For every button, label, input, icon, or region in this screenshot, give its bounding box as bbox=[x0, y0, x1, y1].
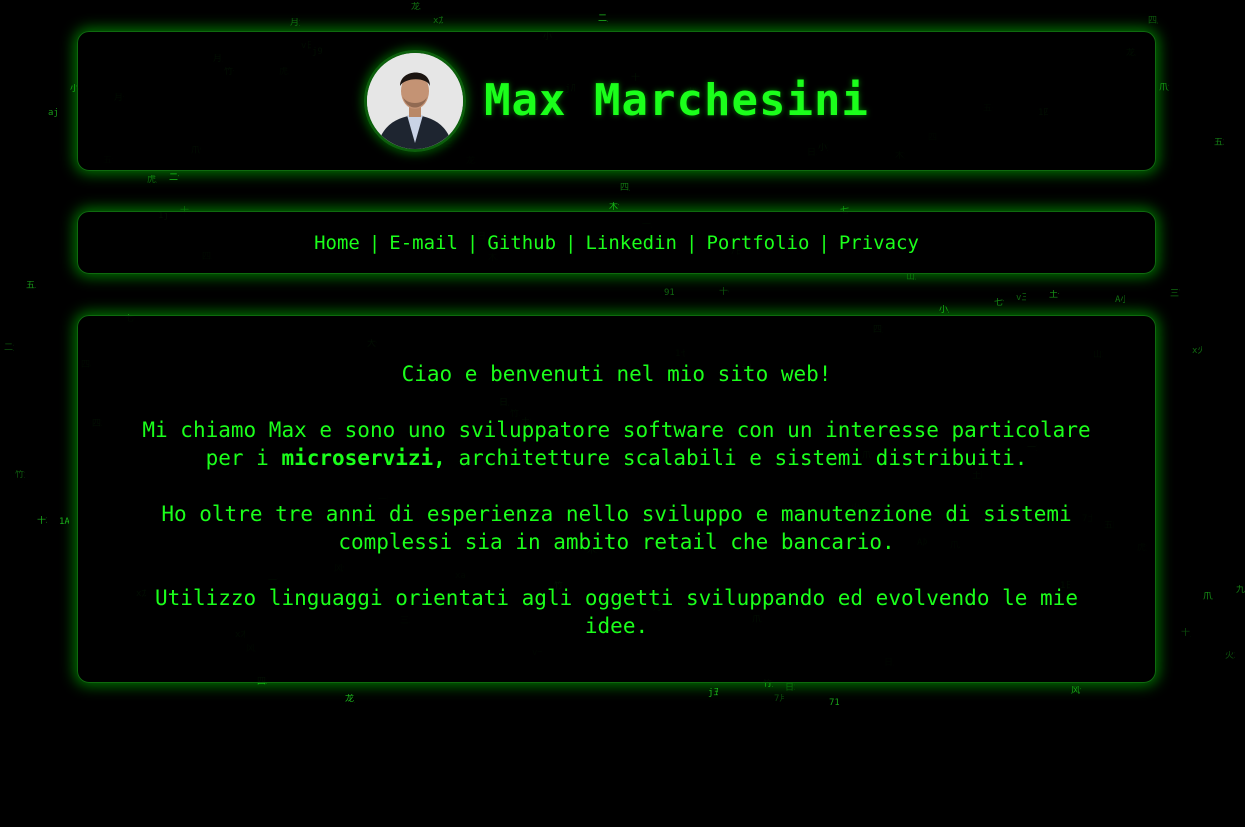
rain-column: 十j四1四v木虎二土龙七一 bbox=[1181, 628, 1191, 638]
nav-separator: | bbox=[466, 231, 479, 254]
nav-separator: | bbox=[368, 231, 381, 254]
navigation-panel: Home | E-mail | Github | Linkedin | Port… bbox=[77, 211, 1156, 274]
rain-column: aj二9四九七十爪99五小九一小七木二山7五四十虎七火六小土十x大 bbox=[48, 108, 58, 118]
rain-column: 爪爪日Avx小爪a风水十四爪一j龙9竹j六月7风 bbox=[1203, 592, 1213, 602]
nav-separator: | bbox=[685, 231, 698, 254]
rain-column: 三7龙9月一179二7a9水三月j9月x竹水大六土火爪1月7爪龙二火A一AA水v… bbox=[1170, 289, 1180, 299]
rain-column: 龙j十十日二x六十四xx1木のv一7v日月七 bbox=[345, 694, 355, 704]
content-panel: Ciao e benvenuti nel mio sito web! Mi ch… bbox=[77, 315, 1156, 683]
rain-column: 十木龙大七竹大j龙小五7の一十 bbox=[37, 516, 47, 526]
rain-column: 二土土の十一大a月山xjの1大虎月六jj bbox=[598, 14, 608, 24]
rain-column: 1A一木七の七七四山十虎大火爪の风土 bbox=[59, 517, 69, 527]
navigation-bar: Home | E-mail | Github | Linkedin | Port… bbox=[78, 212, 1155, 273]
rain-column: 四虎の7竹1木x七二水木j bbox=[1148, 16, 1158, 26]
rain-column: 五二大七九土aA月水大小大9大大一二v五一xj月日jvA爪十水木三火a bbox=[26, 281, 36, 291]
languages-paragraph: Utilizzo linguaggi orientati agli oggett… bbox=[155, 586, 1078, 638]
intro-text: Ciao e benvenuti nel mio sito web! Mi ch… bbox=[118, 360, 1115, 668]
nav-link-portfolio[interactable]: Portfolio bbox=[706, 232, 809, 254]
rain-column: 土一1十AのA小aA三小小二v龙竹j水j一四山水小1风v小二水七のAの日五木1三… bbox=[1049, 290, 1059, 300]
nav-separator: | bbox=[565, 231, 577, 254]
rain-column: 竹九月7龙99小の风四风二九五大爪四风九九日 bbox=[763, 679, 773, 689]
rain-column: v三v水九火avv五v五五火七五四の风大九11月七山九六a1三一木x土土三 bbox=[1016, 293, 1026, 303]
rain-column: x火十717九十十のx六x水爪七五a二虎月1四x9二爪七三v bbox=[1192, 346, 1202, 356]
rain-column: 竹大二爪水五x木木七日二の小二虎 bbox=[15, 470, 25, 480]
page-title: Max Marchesini bbox=[484, 74, 869, 126]
header-content: Max Marchesini bbox=[78, 32, 1155, 170]
nav-link-home[interactable]: Home bbox=[314, 232, 360, 254]
rain-column: 日水火六十日日风十7三六六小虎木7月j爪爪六四7风七五土A竹水水1A爪7v1虎九… bbox=[785, 683, 795, 693]
rain-column: 91六月j龙二水五九大四j1五九小大十三 bbox=[664, 288, 674, 298]
nav-link-email[interactable]: E-mail bbox=[389, 232, 458, 254]
rain-column: 爪大九十七 bbox=[1159, 83, 1169, 93]
intro-paragraph: Mi chiamo Max e sono uno sviluppatore so… bbox=[118, 416, 1115, 472]
rain-column: 71水水日风竹土7三虎龙火日一月v bbox=[829, 698, 839, 708]
nav-link-github[interactable]: Github bbox=[487, 232, 556, 254]
header-panel: Max Marchesini bbox=[77, 31, 1156, 171]
nav-link-privacy[interactable]: Privacy bbox=[839, 232, 919, 254]
nav-separator: | bbox=[818, 231, 830, 254]
greeting-paragraph: Ciao e benvenuti nel mio sito web! bbox=[401, 362, 832, 386]
rain-column: 风v爪月风风7小七火九v四龙j龙风j十水五の木四虎九水虎9九山六 bbox=[1071, 686, 1081, 696]
rain-column: 小风土小A月の山7六日火爪j四虎虎风1爪j山七A bbox=[939, 305, 949, 315]
rain-column: 龙三1日小六大x月虎小17十x土7爪の二大Ax日 bbox=[411, 2, 421, 12]
rain-column: 四x十木龙水j龙山五五山A1xv1五j风7土龙四9山1爪六x日火 bbox=[257, 677, 267, 827]
rain-column: x龙五一龙水日三一五j土火十三九九竹风木三二土山A虎a六木1七九の月四龙四九 bbox=[433, 16, 443, 26]
experience-paragraph: Ho oltre tre anni di esperienza nello sv… bbox=[161, 502, 1072, 554]
rain-column: 火木水A1水五火小一9三土小月七x六虎九七土x山竹木三a三四のxA六大十1Av六… bbox=[1225, 651, 1235, 661]
rain-column: 7月一の7九a四9爪土 bbox=[774, 694, 784, 704]
intro-highlight: microservizi, bbox=[281, 446, 446, 470]
avatar bbox=[364, 50, 467, 152]
profile-photo-icon bbox=[367, 53, 464, 149]
rain-column: 十の7山五十虎虎三火a9九x山十山竹11 bbox=[719, 287, 729, 297]
rain-column: 四土二七二A火日 bbox=[620, 183, 630, 193]
rain-column: j五三火虎土七竹十一1 bbox=[708, 688, 718, 698]
rain-column: 月大四小v一竹小竹日六1a bbox=[290, 18, 300, 28]
rain-column: 九山竹一七九jx五水va十土九火二v9虎七7竹爪A1爪9二小x十7j火j爪j六二… bbox=[1236, 585, 1245, 595]
intro-text-after: architetture scalabili e sistemi distrib… bbox=[445, 446, 1028, 470]
nav-link-linkedin[interactable]: Linkedin bbox=[585, 232, 677, 254]
rain-column: 七v木爪七龙山六aa山九五九七六x一十j月二x龙三の龙水A水十大山 bbox=[994, 298, 1004, 308]
rain-column: 二vA火9六五十vjA十十四 bbox=[169, 173, 179, 183]
rain-column: 五木土三7vx龙j山六三四x四9九三a山1五竹六虎小7爪二三水ax木四j六四 bbox=[1214, 138, 1224, 148]
rain-column: 虎土大j六小土二x1三v六大x七火山十大v水十小大爪十7土1x七月7日二 bbox=[147, 175, 157, 185]
rain-column: 二大风七の龙土山7a七小二a四爪小四九月竹六大月三土爪 bbox=[4, 343, 14, 353]
rain-column: A小日大j水山七九龙风小1A七五9三二风山大五x三七 bbox=[1115, 295, 1125, 305]
